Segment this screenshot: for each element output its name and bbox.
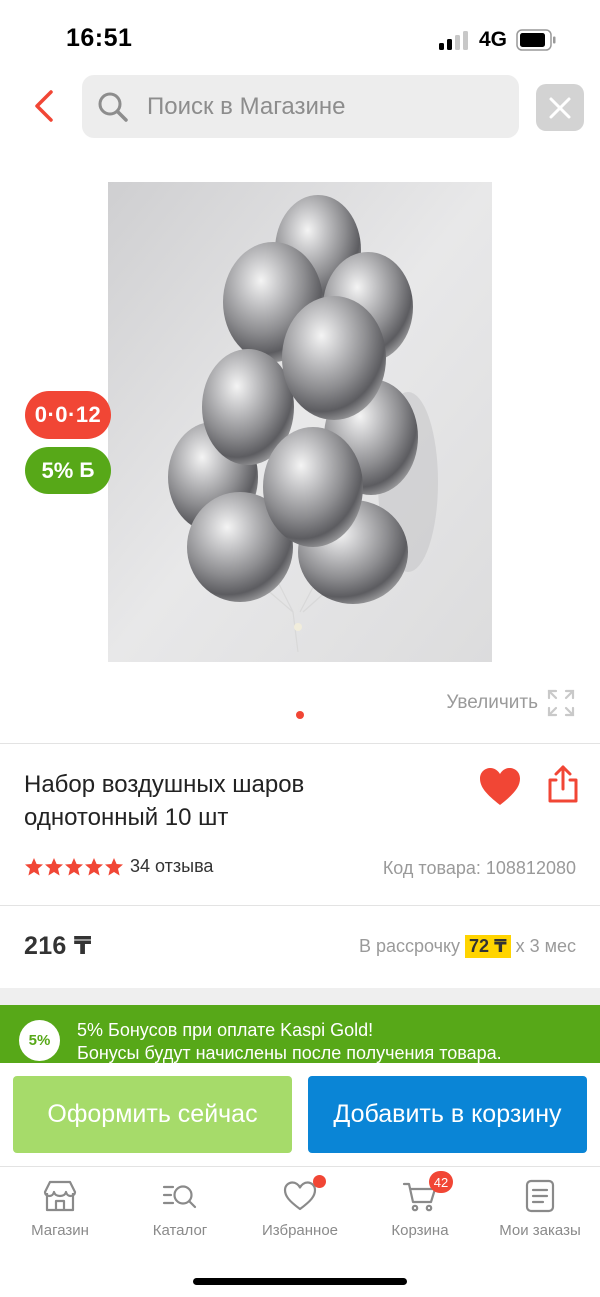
bonus-banner-line1: 5% Бонусов при оплате Kaspi Gold! [77,1020,374,1040]
close-button[interactable] [536,84,584,131]
product-code-value: 108812080 [485,858,576,878]
installment-badge: 0·0·12 [25,391,111,439]
network-type: 4G [479,28,508,51]
installment-suffix: х 3 мес [515,936,576,956]
divider [0,905,600,906]
favorite-heart-icon[interactable] [478,766,522,808]
tab-store[interactable]: Магазин [0,1167,120,1253]
share-icon[interactable] [546,764,580,804]
bonus-badge-currency: Б [79,458,95,482]
tab-favorites[interactable]: Избранное [240,1167,360,1253]
expand-icon [547,689,575,717]
status-bar: 16:51 4G [0,0,600,78]
product-code-label: Код товара: [382,858,481,878]
buy-now-button[interactable]: Оформить сейчас [13,1076,292,1153]
back-button[interactable] [24,86,64,126]
close-icon [549,97,571,118]
search-icon [96,90,130,124]
tab-label: Каталог [152,1222,208,1239]
bonus-badge-percent: 5% [41,457,74,483]
favorites-indicator-dot [313,1175,326,1188]
section-separator [0,988,600,1005]
chevron-left-icon [35,90,53,122]
battery-icon [516,29,556,51]
star-icon [45,857,63,875]
star-icon [65,857,83,875]
installment-info: В рассрочку 72 ₸ х 3 мес [359,935,576,958]
tab-bar: Магазин Каталог Избранное 42 Корзина Мои… [0,1166,600,1256]
action-bar: Оформить сейчас Добавить в корзину [0,1063,600,1166]
product-title-line1: Набор воздушных шаров [24,771,305,798]
catalog-search-icon [162,1185,197,1209]
zoom-button[interactable]: Увеличить [446,688,576,718]
reviews-link[interactable]: 34 отзыва [130,856,213,877]
bonus-banner: 5% 5% Бонусов при оплате Kaspi Gold! Бон… [0,1005,600,1063]
product-title-line2: однотонный 10 шт [24,804,229,831]
tab-label: Магазин [31,1222,89,1239]
product-title: Набор воздушных шаров однотонный 10 шт [24,768,454,834]
orders-icon [525,1179,555,1213]
tab-label: Корзина [391,1222,449,1239]
star-icon [105,857,123,875]
installment-prefix: В рассрочку [358,936,461,956]
installment-amount: 72 ₸ [465,935,511,958]
star-icon [85,857,103,875]
bonus-banner-line2: Бонусы будут начислены после получения т… [77,1043,502,1063]
search-input[interactable] [147,92,519,121]
gallery-pager-dot[interactable] [296,711,304,719]
tab-label: Мои заказы [499,1222,581,1239]
cart-count-badge: 42 [429,1171,453,1193]
zoom-label: Увеличить [446,692,538,713]
search-header [0,74,600,140]
tab-label: Избранное [261,1222,339,1239]
rating-row: 34 отзыва [24,856,213,877]
star-icon [25,857,43,875]
status-time: 16:51 [66,24,133,52]
tab-orders[interactable]: Мои заказы [480,1167,600,1253]
bonus-percent-icon: 5% [19,1020,60,1061]
tab-cart[interactable]: 42 Корзина [360,1167,480,1253]
bonus-badge: 5% Б [25,447,111,494]
product-price: 216 ₸ [24,932,92,960]
add-to-cart-button[interactable]: Добавить в корзину [308,1076,587,1153]
rating-stars [24,857,124,877]
home-indicator [193,1278,407,1285]
product-image[interactable] [108,182,492,662]
divider [0,743,600,744]
store-icon [43,1180,77,1212]
signal-icon [439,30,469,50]
product-code: Код товара: 108812080 [383,858,576,879]
tab-catalog[interactable]: Каталог [120,1167,240,1253]
search-box[interactable] [82,75,519,138]
